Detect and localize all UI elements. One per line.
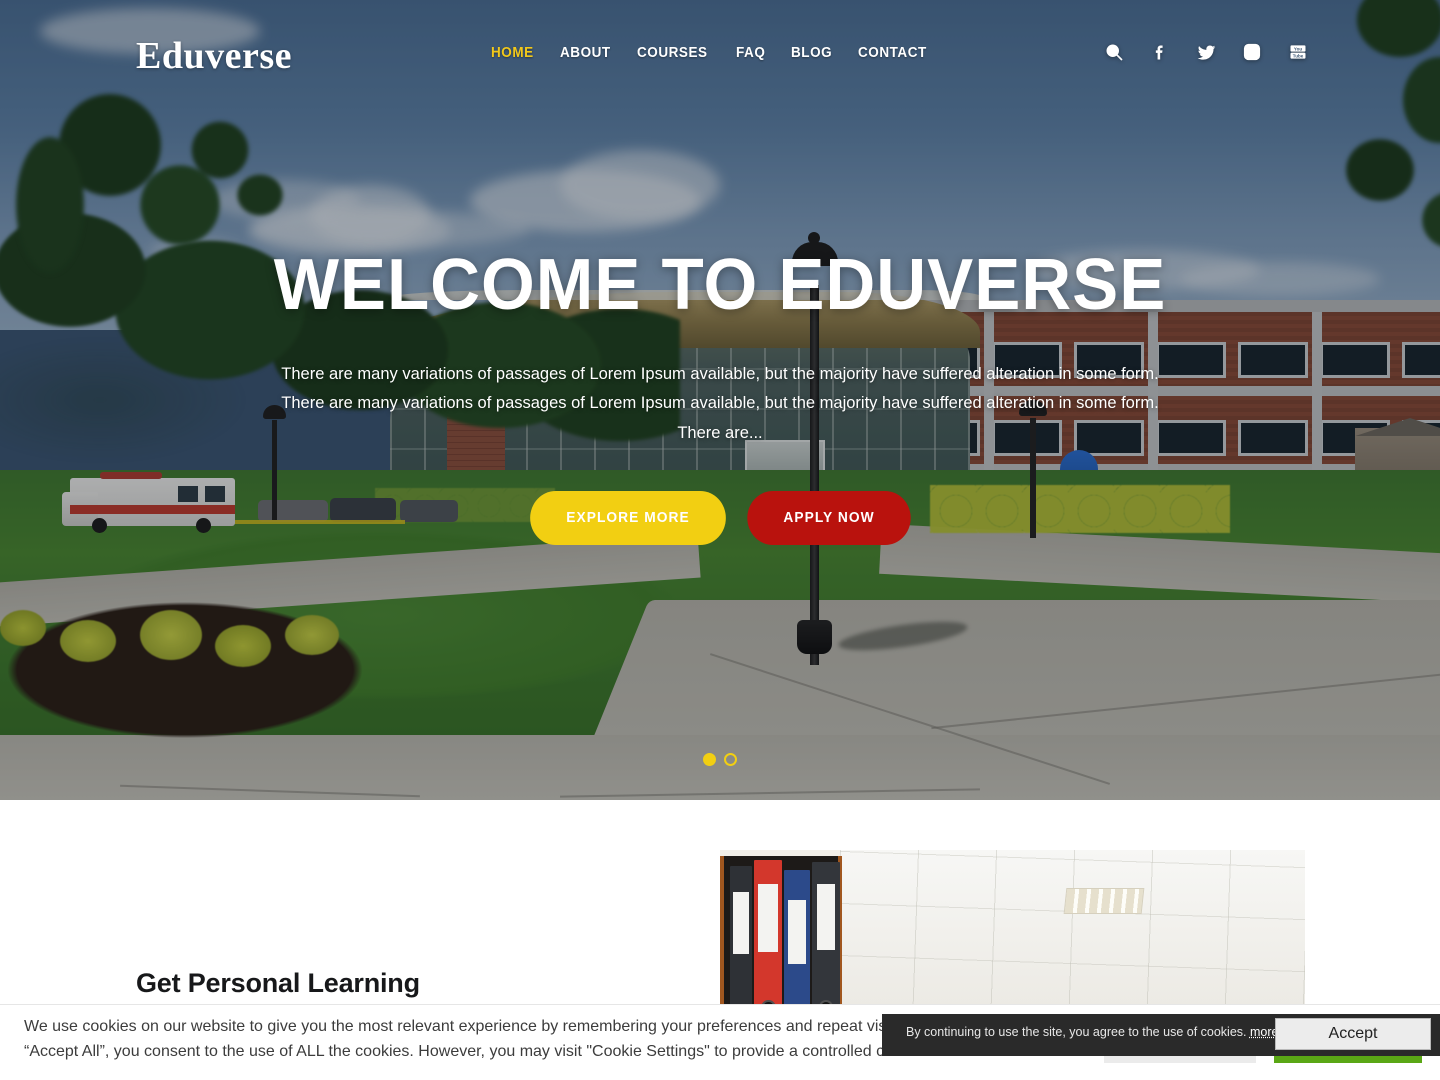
nav-item-home[interactable]: HOME: [491, 45, 534, 61]
site-header: Eduverse HOME ABOUT COURSES FAQ BLOG CON…: [0, 0, 1440, 108]
search-icon[interactable]: [1102, 40, 1126, 64]
hero-button-group: EXPLORE MORE APPLY NOW: [0, 491, 1440, 545]
svg-text:You: You: [1294, 46, 1302, 51]
hero-dark-overlay: [0, 0, 1440, 800]
nav-item-faq[interactable]: FAQ: [736, 45, 765, 61]
slider-dot-1[interactable]: [703, 753, 716, 766]
apply-now-button[interactable]: APPLY NOW: [747, 491, 911, 545]
twitter-icon[interactable]: [1194, 40, 1218, 64]
explore-more-button[interactable]: EXPLORE MORE: [530, 491, 726, 545]
cookie-notice-accept-button[interactable]: Accept: [1275, 1018, 1431, 1050]
nav-item-contact[interactable]: CONTACT: [858, 45, 927, 61]
svg-text:Tube: Tube: [1293, 53, 1304, 58]
slider-pagination: [0, 753, 1440, 766]
main-navigation: HOME ABOUT COURSES FAQ BLOG CONTACT: [491, 45, 932, 61]
nav-item-about[interactable]: ABOUT: [560, 45, 611, 61]
ceiling-tile-grid: [840, 850, 1305, 1008]
slider-dot-2[interactable]: [724, 753, 737, 766]
youtube-icon[interactable]: You Tube: [1286, 40, 1310, 64]
hero-section: [0, 0, 1440, 800]
site-logo[interactable]: Eduverse: [136, 34, 292, 78]
social-icon-bar: You Tube: [1102, 40, 1310, 64]
instagram-icon[interactable]: [1240, 40, 1264, 64]
facebook-icon[interactable]: [1148, 40, 1172, 64]
nav-item-blog[interactable]: BLOG: [791, 45, 832, 61]
cookie-notice-bar: By continuing to use the site, you agree…: [882, 1014, 1440, 1056]
ceiling-light-panel: [1063, 888, 1145, 914]
nav-item-courses[interactable]: COURSES: [637, 45, 708, 61]
section-title: Get Personal Learning: [136, 968, 420, 998]
cookie-notice-message: By continuing to use the site, you agree…: [906, 1025, 1247, 1039]
